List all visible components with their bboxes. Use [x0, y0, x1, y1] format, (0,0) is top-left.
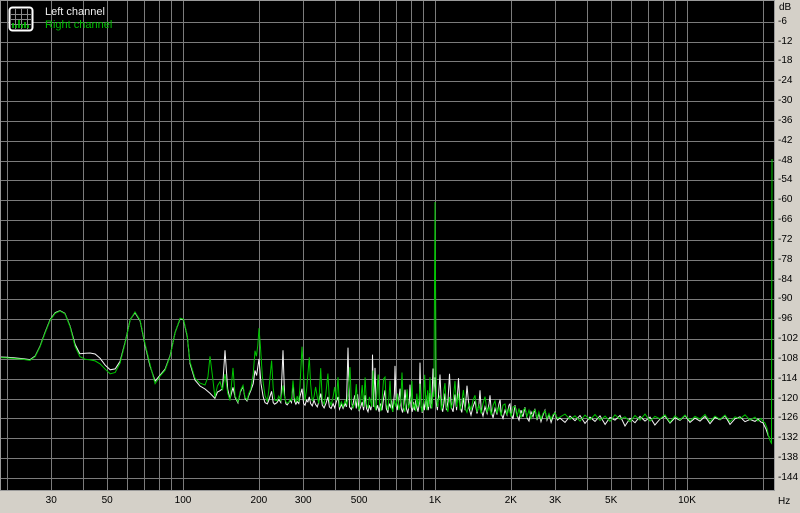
y-tick-label: -90 [778, 293, 793, 305]
y-tick-label: -42 [778, 134, 793, 146]
spectrum-plot-area [0, 0, 775, 491]
y-tick-label: -114 [778, 372, 798, 384]
x-tick-label: 5K [605, 495, 618, 506]
y-tick-label: -84 [778, 273, 793, 285]
y-tick-label: -48 [778, 154, 793, 166]
y-tick-label: -102 [778, 333, 799, 345]
x-tick-label: 2K [504, 495, 517, 506]
x-tick-label: 30 [45, 495, 57, 506]
y-tick-label: -54 [778, 174, 793, 186]
y-tick-label: -12 [778, 35, 793, 47]
y-tick-label: -72 [778, 233, 793, 245]
y-tick-label: -24 [778, 75, 793, 87]
legend-right-channel: Right channel [45, 19, 113, 31]
x-tick-label: 50 [101, 495, 113, 506]
y-tick-label: -30 [778, 95, 793, 107]
y-tick-label: -36 [778, 114, 793, 126]
trace-right-channel [0, 158, 773, 445]
spectrum-chart [0, 0, 775, 491]
y-tick-label: -96 [778, 313, 793, 325]
x-tick-label: 100 [174, 495, 192, 506]
y-tick-label: -138 [778, 452, 799, 464]
x-axis-unit: Hz [778, 496, 791, 507]
legend-left-channel: Left channel [45, 6, 105, 18]
x-tick-label: 3K [549, 495, 562, 506]
x-tick-label: 200 [250, 495, 268, 506]
y-tick-label: -132 [778, 432, 799, 444]
spectrum-icon [8, 6, 34, 32]
y-tick-label: -60 [778, 194, 793, 206]
x-tick-label: 500 [350, 495, 368, 506]
y-tick-label: -120 [778, 392, 799, 404]
y-tick-label: -108 [778, 352, 799, 364]
y-axis-unit: dB [779, 2, 792, 13]
x-tick-label: 10K [678, 495, 696, 506]
x-tick-label: 300 [294, 495, 312, 506]
y-tick-label: -144 [778, 471, 799, 483]
y-tick-label: -78 [778, 253, 793, 265]
y-tick-label: -18 [778, 55, 793, 67]
spectrum-analyzer-window: Left channel Right channel dB Hz -6 -12 -1… [0, 0, 800, 513]
y-tick-label: -6 [778, 15, 787, 27]
y-tick-label: -126 [778, 412, 799, 424]
legend: Left channel Right channel [8, 6, 112, 32]
y-tick-label: -66 [778, 214, 793, 226]
x-tick-label: 1K [428, 495, 442, 506]
